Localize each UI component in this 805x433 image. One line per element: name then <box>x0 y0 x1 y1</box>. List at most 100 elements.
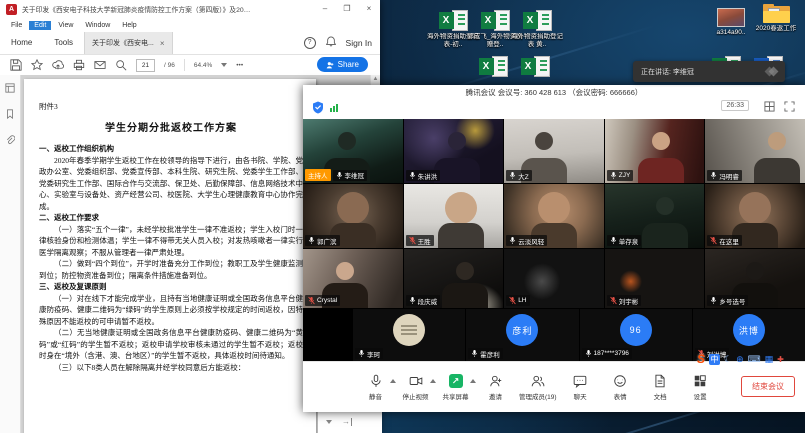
docs-button[interactable]: 文档 <box>644 374 677 401</box>
tab-document[interactable]: 关于印发《西安电... × <box>84 32 173 54</box>
video-tile[interactable]: 乡号选号 <box>705 249 805 308</box>
tab-tools[interactable]: Tools <box>43 32 84 54</box>
mute-button[interactable]: 静音 <box>359 374 392 401</box>
save-icon[interactable] <box>10 59 22 71</box>
minimize-button[interactable]: – <box>314 0 336 18</box>
star-icon[interactable] <box>31 59 43 71</box>
menu-view[interactable]: View <box>53 21 78 30</box>
chevron-down-icon[interactable] <box>326 420 332 424</box>
help-icon[interactable]: ? <box>304 37 316 49</box>
next-page-icon[interactable]: → <box>342 418 352 426</box>
video-options-icon[interactable] <box>430 379 436 383</box>
host-badge: 主持人 <box>305 169 331 181</box>
share-person-icon <box>326 61 334 69</box>
video-tile[interactable]: 主持人 李维冠 <box>303 119 403 183</box>
page-number-input[interactable]: 21 <box>136 59 155 72</box>
chat-button[interactable]: 聊天 <box>564 374 597 401</box>
page-thumbnails-icon[interactable] <box>5 83 15 93</box>
video-tile[interactable]: 朱讲洪 <box>404 119 504 183</box>
members-icon <box>531 374 545 389</box>
ime-grid-icon[interactable]: ▦ <box>765 354 774 365</box>
invite-button[interactable]: 邀请 <box>479 374 512 401</box>
pdf-side-panel <box>0 75 21 433</box>
attachments-icon[interactable] <box>5 135 15 145</box>
bookmarks-icon[interactable] <box>5 109 15 119</box>
video-tile[interactable]: 刘宇彬 <box>605 249 705 308</box>
speaking-toast-text: 正在讲话: 李维冠 <box>633 67 766 77</box>
print-icon[interactable] <box>73 59 85 71</box>
maximize-button[interactable]: ❐ <box>336 0 358 18</box>
video-tile[interactable]: 段庆威 <box>404 249 504 308</box>
pdf-bottom-controls[interactable]: → <box>318 410 382 433</box>
scroll-up-icon[interactable]: ▲ <box>371 75 380 84</box>
ime-toolbar[interactable]: S 中 ☾ ⊕ ⌨ ▦ ✚ <box>697 351 784 367</box>
menu-window[interactable]: Window <box>80 21 115 30</box>
stop-video-button[interactable]: 停止视频 <box>399 374 432 401</box>
audio-tile[interactable]: 彦利 霍彦利 <box>466 309 578 361</box>
menu-edit[interactable]: Edit <box>29 21 51 30</box>
menu-help[interactable]: Help <box>117 21 141 30</box>
mic-on-icon <box>710 171 717 180</box>
video-tile[interactable]: ZJY <box>605 119 705 183</box>
video-tile[interactable]: LH <box>504 249 604 308</box>
video-tile[interactable]: 云淡风轻 <box>504 184 604 248</box>
sogou-logo-icon[interactable]: S <box>697 352 705 366</box>
menu-file[interactable]: File <box>6 21 27 30</box>
close-button[interactable]: × <box>358 0 380 18</box>
mic-options-icon[interactable] <box>390 379 396 383</box>
ime-language-indicator[interactable]: 中 <box>709 354 720 365</box>
more-tools-icon[interactable]: ••• <box>236 62 243 69</box>
share-button-label: Share <box>338 60 359 69</box>
mic-on-icon <box>710 296 717 305</box>
mic-muted-icon <box>509 296 516 305</box>
tab-home[interactable]: Home <box>0 32 43 54</box>
mic-muted-icon <box>308 296 315 305</box>
pdf-titlebar[interactable]: A 关于印发《西安电子科技大学新冠肺炎疫情防控工作方案（第四版）》及2020年春… <box>0 0 380 18</box>
ime-toolbox-icon[interactable]: ✚ <box>777 354 784 365</box>
video-tile[interactable]: Crystal <box>303 249 403 308</box>
video-tile[interactable]: 王胜 <box>404 184 504 248</box>
end-meeting-button[interactable]: 结束会议 <box>741 376 795 397</box>
share-button[interactable]: Share <box>317 57 368 72</box>
bell-icon[interactable] <box>326 34 336 52</box>
ime-globe-icon[interactable]: ⊕ <box>736 354 744 365</box>
cloud-upload-icon[interactable] <box>52 59 64 71</box>
manage-members-button[interactable]: 管理成员(19) <box>519 374 557 401</box>
ime-moon-icon[interactable]: ☾ <box>724 354 732 365</box>
emoji-button[interactable]: 表情 <box>604 374 637 401</box>
settings-button[interactable]: 设置 <box>684 374 717 401</box>
video-tile[interactable]: 冯明睿 <box>705 119 805 183</box>
meeting-header[interactable]: 腾讯会议 会议号: 360 428 613 （会议密码: 666666） 26:… <box>303 85 805 119</box>
mic-on-icon <box>471 349 478 358</box>
layout-view-icon[interactable] <box>764 101 775 112</box>
email-icon[interactable] <box>94 59 106 71</box>
security-shield-icon[interactable] <box>312 101 324 114</box>
zoom-level-value[interactable]: 64.4% <box>194 62 212 69</box>
mic-on-icon <box>509 236 516 245</box>
search-icon[interactable] <box>115 59 127 71</box>
audio-tile[interactable]: 96 187****3796 <box>580 309 692 361</box>
audio-tile[interactable]: 李珂 <box>353 309 465 361</box>
video-tile[interactable]: 单存泉 <box>605 184 705 248</box>
video-tile[interactable]: 大Z <box>504 119 604 183</box>
desktop-icon-folder[interactable]: 2020春返工作 <box>748 4 804 33</box>
mute-label: 静音 <box>369 391 382 401</box>
network-signal-icon[interactable] <box>330 104 338 112</box>
video-tile[interactable]: 郭广滨 <box>303 184 403 248</box>
desktop-icon-excel-5[interactable]: X <box>507 56 563 77</box>
sign-in-button[interactable]: Sign In <box>346 38 372 48</box>
share-screen-button[interactable]: ↗ 共享屏幕 <box>439 374 472 401</box>
desktop-icon-excel-3[interactable]: X 海外物资捐助登记表 黄.. <box>509 10 565 49</box>
tab-close-icon[interactable]: × <box>160 39 165 48</box>
zoom-dropdown-icon[interactable] <box>221 63 227 67</box>
participant-name: 李维冠 <box>345 170 365 180</box>
mic-on-icon <box>358 349 365 358</box>
fullscreen-icon[interactable] <box>784 101 795 112</box>
participant-name: 187****3796 <box>594 350 629 357</box>
toolbar-divider <box>184 59 185 71</box>
ime-keyboard-icon[interactable]: ⌨ <box>748 354 761 365</box>
doc-title: 学生分期分批返校工作方案 <box>39 119 303 134</box>
meeting-toolbar: 静音 停止视频 ↗ 共享屏幕 邀请 管理成员(19) 聊 <box>303 361 805 412</box>
video-tile[interactable]: 在这里 <box>705 184 805 248</box>
share-options-icon[interactable] <box>470 379 476 383</box>
